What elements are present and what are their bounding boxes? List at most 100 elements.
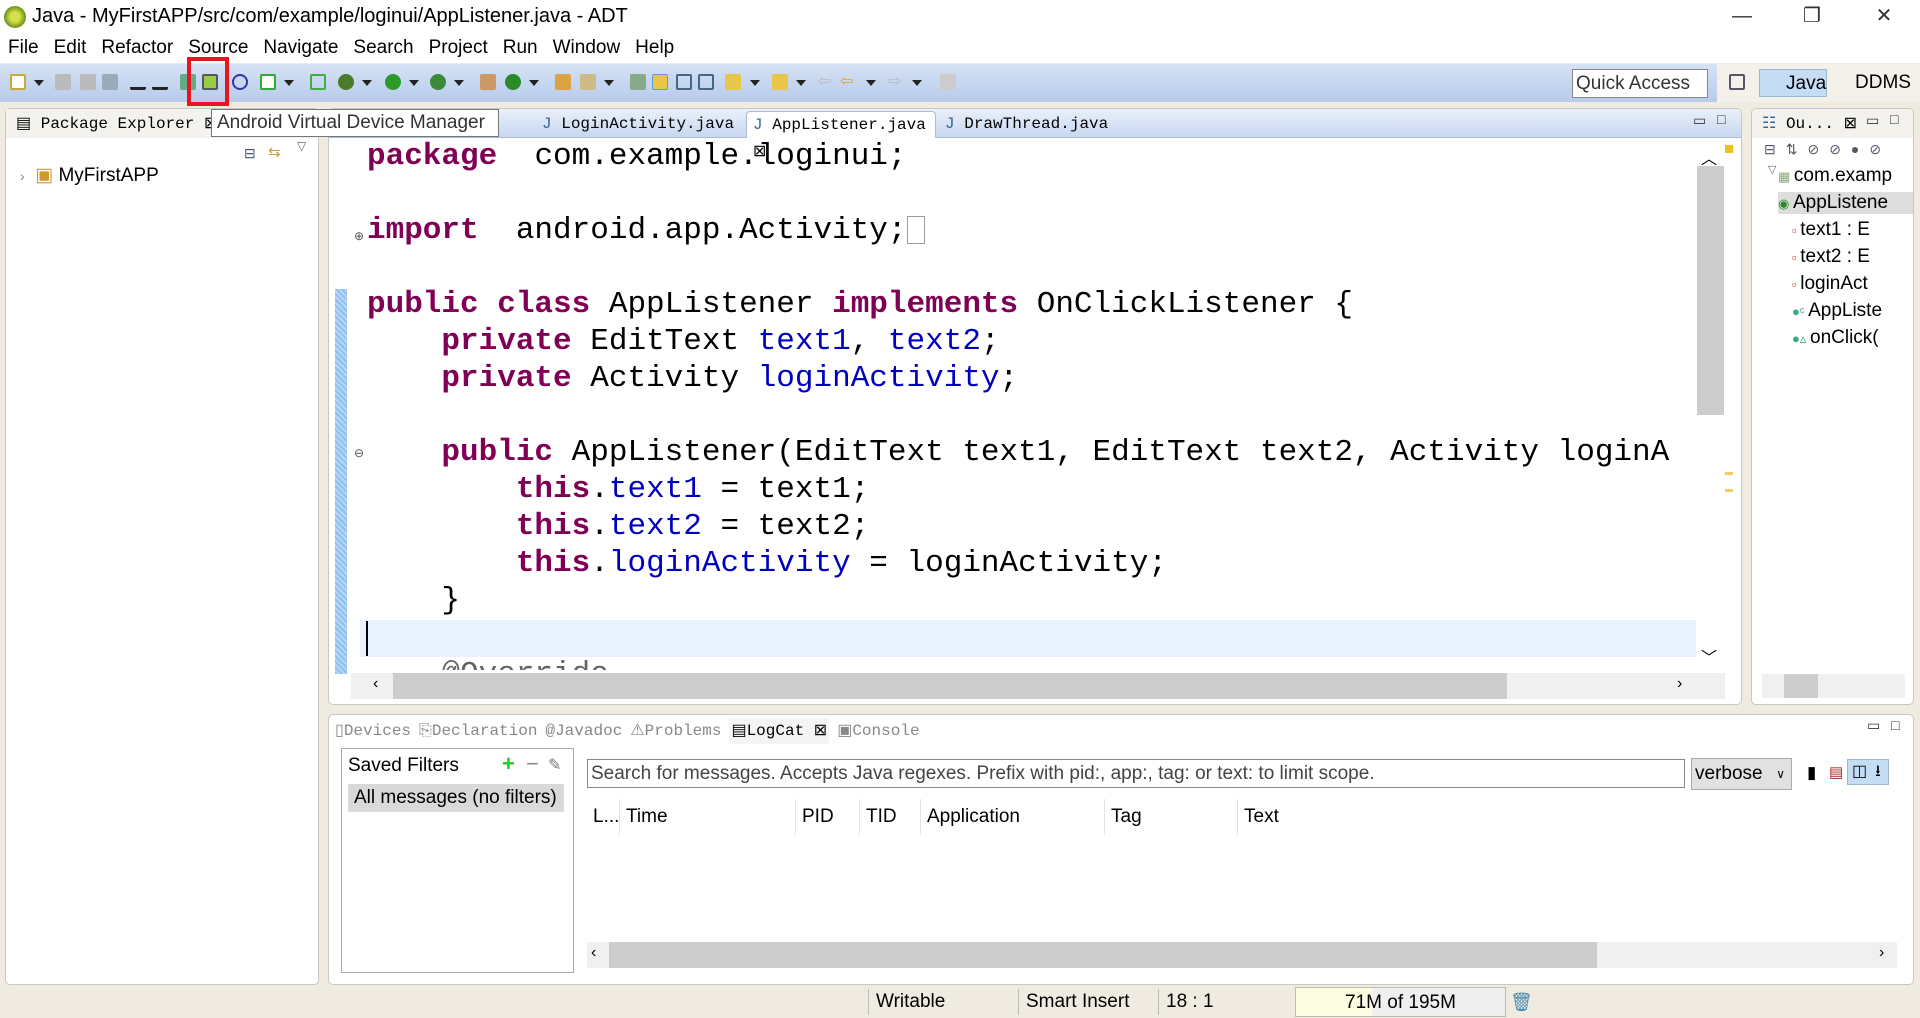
scrollbar-thumb[interactable] bbox=[1784, 674, 1818, 698]
outline-item[interactable]: ▦ com.examp bbox=[1778, 165, 1913, 187]
column-header[interactable]: Text bbox=[1237, 799, 1279, 835]
tab-devices[interactable]: ▯Devices bbox=[335, 722, 411, 740]
menu-source[interactable]: Source bbox=[188, 37, 248, 58]
quick-access-input[interactable]: Quick Access bbox=[1572, 69, 1708, 98]
scroll-down-icon[interactable]: ﹀ bbox=[1701, 644, 1717, 668]
chevron-down-icon[interactable] bbox=[284, 80, 294, 86]
new-android-icon[interactable] bbox=[310, 74, 326, 90]
next-annotation-icon[interactable] bbox=[725, 74, 741, 90]
maximize-icon[interactable]: □ bbox=[1717, 113, 1725, 129]
new-icon[interactable] bbox=[10, 74, 26, 90]
view-menu-icon[interactable]: ▽ bbox=[1768, 163, 1776, 176]
scrollbar-thumb[interactable] bbox=[609, 942, 1597, 968]
logcat-horizontal-scrollbar[interactable]: ‹ › bbox=[587, 942, 1897, 968]
tab-hidden[interactable]: a bbox=[501, 111, 507, 138]
editor-vertical-scrollbar-thumb[interactable] bbox=[1697, 166, 1724, 415]
column-header[interactable]: Time bbox=[619, 799, 668, 835]
outline-item[interactable]: ●ᶜ AppListe bbox=[1792, 300, 1912, 322]
outline-toolbar[interactable]: ⊟⇅⊘⊘●⊘ bbox=[1764, 141, 1891, 158]
scroll-right-icon[interactable]: › bbox=[1879, 944, 1884, 962]
menu-help[interactable]: Help bbox=[635, 37, 674, 58]
previous-annotation-icon[interactable] bbox=[772, 74, 788, 90]
chevron-down-icon[interactable] bbox=[454, 80, 464, 86]
column-header[interactable]: TID bbox=[859, 799, 897, 835]
column-header[interactable]: PID bbox=[795, 799, 834, 835]
display-toggle-icons[interactable]: ◫⭳ bbox=[1847, 759, 1889, 785]
code-editor[interactable]: package com.example.loginui; import andro… bbox=[367, 138, 1695, 670]
outline-item[interactable]: ●▵ onClick( bbox=[1792, 327, 1912, 349]
menu-refactor[interactable]: Refactor bbox=[101, 37, 173, 58]
tree-item-project[interactable]: › ▣ MyFirstAPP bbox=[20, 164, 159, 187]
editor-horizontal-scrollbar-thumb[interactable] bbox=[393, 673, 1507, 699]
minimize-button[interactable]: — bbox=[1714, 0, 1770, 33]
upload-icon[interactable] bbox=[130, 74, 146, 90]
close-tab-icon[interactable]: ⊠ bbox=[814, 722, 827, 740]
lint-icon[interactable] bbox=[232, 74, 248, 90]
maximize-icon[interactable]: □ bbox=[1890, 113, 1898, 129]
remove-filter-icon[interactable]: − bbox=[526, 751, 539, 777]
menu-file[interactable]: File bbox=[8, 37, 39, 58]
chevron-down-icon[interactable] bbox=[409, 80, 419, 86]
column-header[interactable]: Application bbox=[920, 799, 1020, 835]
perspective-java[interactable]: Java bbox=[1759, 69, 1827, 97]
minimize-icon[interactable]: ▭ bbox=[1693, 113, 1706, 130]
menu-navigate[interactable]: Navigate bbox=[263, 37, 338, 58]
menu-window[interactable]: Window bbox=[553, 37, 621, 58]
restore-button[interactable]: ❐ bbox=[1784, 0, 1840, 33]
back-icon[interactable]: ⇦ bbox=[818, 74, 834, 90]
scroll-left-icon[interactable]: ‹ bbox=[373, 675, 378, 693]
chevron-down-icon[interactable] bbox=[34, 80, 44, 86]
chevron-down-icon[interactable] bbox=[604, 80, 614, 86]
external-tools-icon[interactable] bbox=[430, 74, 446, 90]
chevron-down-icon[interactable] bbox=[529, 80, 539, 86]
chevron-down-icon[interactable] bbox=[912, 80, 922, 86]
chevron-down-icon[interactable] bbox=[750, 80, 760, 86]
outline-item[interactable]: ▫ text1 : E bbox=[1792, 219, 1912, 241]
tab-loginactivity[interactable]: J LoginActivity.java bbox=[536, 111, 734, 138]
tab-javadoc[interactable]: @Javadoc bbox=[545, 722, 622, 740]
chevron-down-icon[interactable] bbox=[362, 80, 372, 86]
tab-logcat[interactable]: ▤LogCat ⊠ bbox=[729, 718, 830, 744]
clear-log-icon[interactable]: ▤ bbox=[1829, 763, 1843, 781]
menu-project[interactable]: Project bbox=[429, 37, 488, 58]
view-menu-icon[interactable]: ▽ bbox=[297, 139, 306, 153]
logcat-search-input[interactable]: Search for messages. Accepts Java regexe… bbox=[587, 759, 1685, 788]
back-history-icon[interactable]: ⇦ bbox=[840, 74, 856, 90]
show-whitespace-icon[interactable] bbox=[698, 74, 714, 90]
chevron-down-icon[interactable] bbox=[866, 80, 876, 86]
filter-all-messages[interactable]: All messages (no filters) bbox=[348, 784, 564, 812]
block-selection-icon[interactable] bbox=[676, 74, 692, 90]
new-package-icon[interactable] bbox=[480, 74, 496, 90]
minimize-icon[interactable]: ▭ bbox=[1866, 113, 1879, 130]
tab-console[interactable]: ▣Console bbox=[837, 722, 919, 740]
close-button[interactable]: ✕ bbox=[1856, 0, 1912, 33]
open-perspective-icon[interactable] bbox=[1729, 74, 1745, 90]
add-filter-icon[interactable]: + bbox=[502, 751, 515, 777]
garbage-collect-icon[interactable]: 🗑 bbox=[1510, 987, 1533, 1017]
print-icon[interactable] bbox=[102, 74, 118, 90]
mark-occurrences-icon[interactable] bbox=[652, 74, 668, 90]
column-header[interactable]: L... bbox=[587, 799, 619, 835]
outline-item[interactable]: ⌄ ◉ AppListene bbox=[1778, 192, 1913, 214]
scroll-left-icon[interactable]: ‹ bbox=[591, 944, 596, 962]
perspective-ddms[interactable]: DDMS bbox=[1829, 69, 1911, 97]
save-all-icon[interactable] bbox=[80, 74, 96, 90]
open-type-icon[interactable] bbox=[555, 74, 571, 90]
log-level-select[interactable]: verbose ∨ bbox=[1691, 758, 1792, 790]
search-icon[interactable] bbox=[580, 74, 596, 90]
outline-horizontal-scrollbar[interactable] bbox=[1762, 674, 1905, 698]
maximize-icon[interactable]: □ bbox=[1891, 717, 1899, 733]
download-icon[interactable] bbox=[152, 74, 168, 90]
chevron-right-icon[interactable]: › bbox=[20, 168, 25, 184]
edit-filter-icon[interactable]: ✎ bbox=[548, 755, 561, 775]
menu-run[interactable]: Run bbox=[503, 37, 538, 58]
fold-expand-icon[interactable]: ⊕ bbox=[354, 229, 364, 243]
link-editor-icon[interactable]: ⇆ bbox=[268, 143, 281, 161]
forward-icon[interactable]: ⇨ bbox=[888, 74, 904, 90]
tab-declaration[interactable]: ⎘Declaration bbox=[419, 722, 537, 740]
outline-item[interactable]: ▫ loginAct bbox=[1792, 273, 1912, 295]
outline-item[interactable]: ▫ text2 : E bbox=[1792, 246, 1912, 268]
collapse-all-icon[interactable]: ⊟ bbox=[244, 145, 256, 162]
save-icon[interactable] bbox=[55, 74, 71, 90]
tab-package-explorer[interactable]: ▤ Package Explorer ⊠ bbox=[10, 111, 217, 138]
